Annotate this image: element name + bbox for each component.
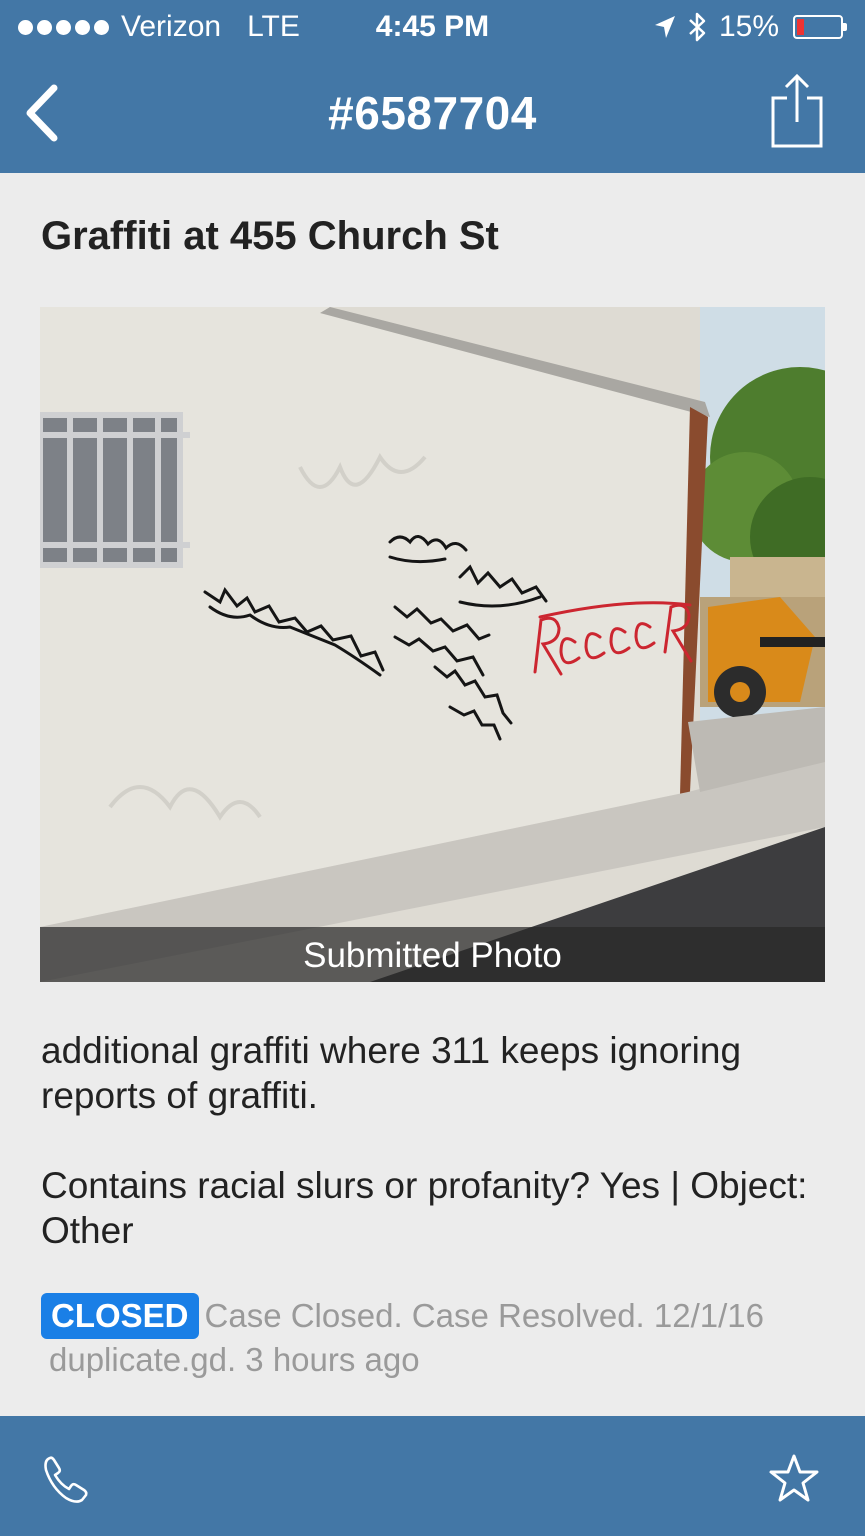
report-title: Graffiti at 455 Church St — [41, 214, 499, 258]
description-text: additional graffiti where 311 keeps igno… — [41, 1030, 742, 1116]
status-subtext: duplicate.gd. 3 hours ago — [49, 1341, 420, 1378]
status-text: Case Closed. Case Resolved. 12/1/16 — [204, 1297, 765, 1334]
battery-percent: 15% — [718, 10, 779, 43]
battery-icon — [793, 15, 847, 39]
photo-caption: Submitted Photo — [40, 927, 825, 982]
share-icon[interactable] — [769, 72, 825, 150]
phone-icon[interactable] — [40, 1452, 94, 1506]
status-badge: CLOSED — [41, 1293, 199, 1339]
case-number-title: #6587704 — [328, 87, 537, 139]
graffiti-photo-illustration — [40, 307, 825, 982]
bottom-toolbar — [0, 1416, 865, 1536]
location-arrow-icon — [654, 16, 675, 38]
details-text: Contains racial slurs or profanity? Yes … — [41, 1165, 808, 1251]
submitted-photo[interactable]: Submitted Photo — [40, 307, 825, 982]
star-icon[interactable] — [767, 1452, 821, 1506]
top-bar: Verizon LTE 4:45 PM 15% #6587704 — [0, 0, 865, 173]
case-status: CLOSED Case Closed. Case Resolved. 12/1/1… — [41, 1293, 831, 1381]
report-description: additional graffiti where 311 keeps igno… — [41, 1028, 831, 1253]
status-bar: Verizon LTE 4:45 PM 15% — [0, 0, 865, 56]
bluetooth-icon — [689, 12, 706, 42]
